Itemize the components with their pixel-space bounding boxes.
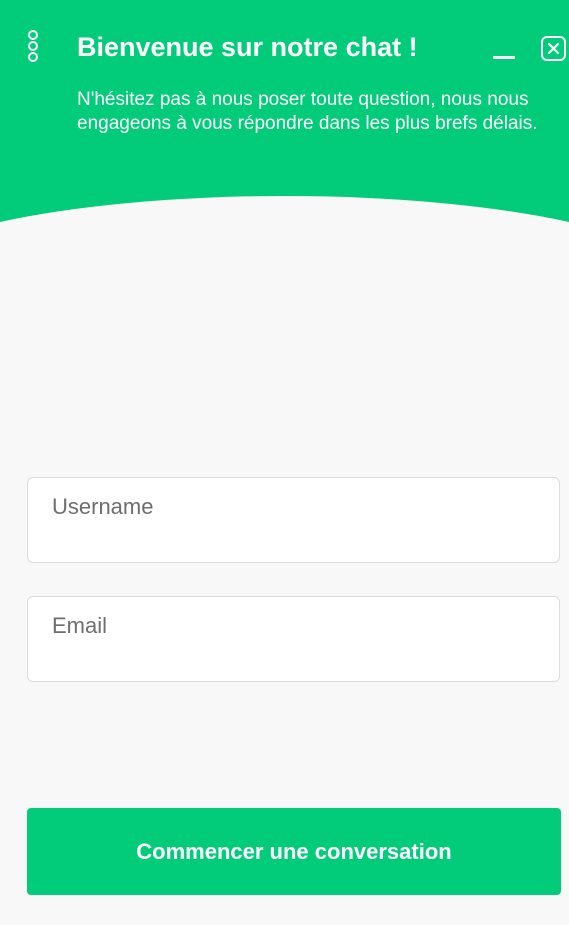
email-field [27, 596, 560, 682]
chat-title: Bienvenue sur notre chat ! [77, 32, 418, 62]
minimize-bar [493, 56, 515, 59]
close-x-glyph [547, 42, 560, 55]
start-conversation-button[interactable]: Commencer une conversation [27, 808, 561, 895]
vertical-dots-icon[interactable] [24, 30, 40, 62]
username-field [27, 477, 560, 563]
header-curve-divider [0, 196, 569, 286]
chat-header: Bienvenue sur notre chat ! N'hésitez pas… [0, 0, 569, 228]
menu-dot [28, 52, 38, 62]
email-input[interactable] [28, 597, 559, 681]
close-icon[interactable] [541, 36, 566, 61]
menu-dot [28, 41, 38, 51]
menu-dot [28, 30, 38, 40]
minimize-icon[interactable] [490, 36, 518, 64]
chat-widget: Bienvenue sur notre chat ! N'hésitez pas… [0, 0, 569, 925]
chat-subtitle: N'hésitez pas à nous poser toute questio… [77, 89, 538, 134]
username-input[interactable] [28, 478, 559, 562]
